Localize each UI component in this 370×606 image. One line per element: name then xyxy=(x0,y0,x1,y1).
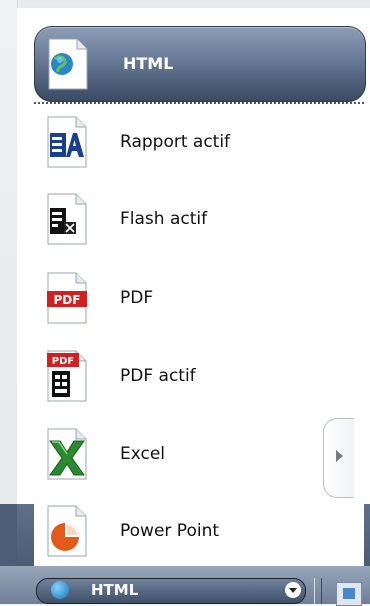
menu-item-label: PDF xyxy=(120,288,154,308)
output-format-combo[interactable]: HTML xyxy=(36,578,306,604)
active-report-icon xyxy=(47,116,87,168)
toolbar-separator xyxy=(314,578,322,604)
globe-document-icon xyxy=(48,38,88,90)
menu-header-label: HTML xyxy=(123,54,174,73)
active-flash-icon xyxy=(47,193,87,245)
combo-label: HTML xyxy=(91,581,139,599)
menu-item-label: Excel xyxy=(120,444,166,464)
excel-icon xyxy=(47,428,87,480)
menu-item-rapport-actif[interactable]: Rapport actif xyxy=(34,107,294,177)
globe-icon xyxy=(51,581,69,599)
svg-text:PDF: PDF xyxy=(52,356,74,367)
menu-divider xyxy=(34,102,364,104)
chevron-right-icon xyxy=(336,450,343,462)
submenu-scroll-arrow[interactable] xyxy=(323,418,354,498)
menu-item-label: Rapport actif xyxy=(120,132,231,152)
menu-header-html[interactable]: HTML xyxy=(34,26,366,102)
menu-item-pdf-actif[interactable]: PDF PDF actif xyxy=(34,341,294,411)
menu-item-excel[interactable]: Excel xyxy=(34,419,294,489)
active-pdf-icon: PDF xyxy=(47,350,87,402)
svg-text:PDF: PDF xyxy=(54,293,81,307)
menu-item-label: PDF actif xyxy=(120,366,196,386)
powerpoint-icon xyxy=(47,505,87,557)
menu-item-label: Power Point xyxy=(120,521,220,541)
menu-item-power-point[interactable]: Power Point xyxy=(34,496,294,566)
toolbar-export-icon[interactable] xyxy=(336,582,362,606)
menu-item-pdf[interactable]: PDF PDF xyxy=(34,263,294,333)
pdf-icon: PDF xyxy=(47,272,87,324)
menu-item-label: Flash actif xyxy=(120,209,208,229)
toolbar-backdrop-left xyxy=(0,504,17,566)
chevron-down-icon[interactable] xyxy=(285,582,301,598)
menu-item-flash-actif[interactable]: Flash actif xyxy=(34,184,294,254)
underlay-top xyxy=(0,0,370,8)
